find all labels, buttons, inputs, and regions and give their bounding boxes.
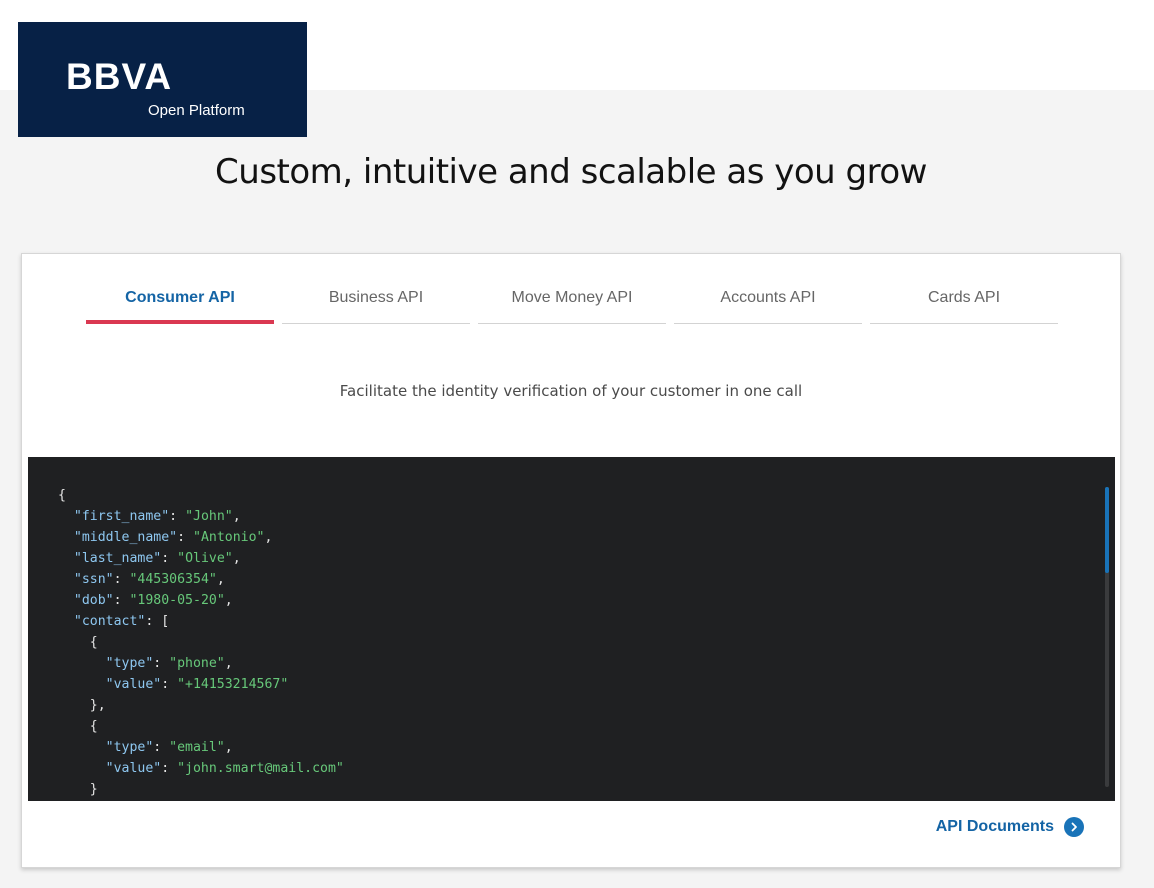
code-line: } [58, 779, 344, 800]
code-punctuation: : [161, 551, 178, 566]
chevron-right-circle-icon[interactable] [1064, 817, 1084, 837]
code-string: "445306354" [129, 572, 217, 587]
code-punctuation: , [232, 509, 241, 524]
code-line: "ssn": "445306354", [58, 569, 344, 590]
code-punctuation: , [224, 740, 233, 755]
code-key: "first_name" [73, 509, 170, 524]
code-punctuation: , [216, 572, 225, 587]
code-punctuation: : [153, 656, 170, 671]
code-string: "phone" [169, 656, 225, 671]
code-string: "john.smart@mail.com" [177, 761, 344, 776]
tab-cards-api[interactable]: Cards API [870, 278, 1058, 324]
code-string: "Antonio" [193, 530, 265, 545]
code-punctuation: : [113, 572, 130, 587]
code-punctuation [58, 509, 74, 524]
tab-consumer-api[interactable]: Consumer API [86, 278, 274, 324]
code-line: "dob": "1980-05-20", [58, 590, 344, 611]
code-punctuation: { [58, 488, 66, 503]
code-key: "middle_name" [73, 530, 178, 545]
bbva-open-platform-logo[interactable]: BBVA Open Platform [18, 22, 307, 137]
code-punctuation: : [ [145, 614, 170, 629]
code-punctuation: { [58, 635, 98, 650]
api-showcase-card: Consumer API Business API Move Money API… [21, 253, 1121, 868]
code-string: "John" [185, 509, 233, 524]
code-line: "first_name": "John", [58, 506, 344, 527]
code-punctuation: }, [58, 698, 106, 713]
code-string: "1980-05-20" [129, 593, 225, 608]
code-key: "last_name" [73, 551, 162, 566]
code-punctuation [58, 656, 106, 671]
code-punctuation [58, 614, 74, 629]
code-punctuation: , [232, 551, 241, 566]
tab-business-api[interactable]: Business API [282, 278, 470, 324]
bbva-logo-text: BBVA [66, 56, 173, 97]
code-line: "middle_name": "Antonio", [58, 527, 344, 548]
code-key: "dob" [73, 593, 114, 608]
code-punctuation [58, 530, 74, 545]
code-line: "type": "phone", [58, 653, 344, 674]
code-key: "value" [105, 677, 162, 692]
code-line: "value": "john.smart@mail.com" [58, 758, 344, 779]
code-punctuation: : [153, 740, 170, 755]
code-punctuation: , [264, 530, 273, 545]
open-platform-label: Open Platform [148, 102, 245, 119]
api-documents-link[interactable]: API Documents [936, 817, 1084, 837]
code-line: }, [58, 695, 344, 716]
code-string: "email" [169, 740, 225, 755]
code-line: { [58, 485, 344, 506]
code-punctuation [58, 677, 106, 692]
code-key: "type" [105, 740, 154, 755]
api-description: Facilitate the identity verification of … [339, 382, 803, 400]
code-punctuation: : [161, 677, 178, 692]
code-punctuation: : [177, 530, 193, 545]
api-tabs: Consumer API Business API Move Money API… [86, 278, 1058, 324]
code-line: "value": "+14153214567" [58, 674, 344, 695]
code-line: { [58, 632, 344, 653]
code-punctuation [58, 551, 74, 566]
json-code-block: { "first_name": "John", "middle_name": "… [58, 485, 344, 800]
code-punctuation: , [224, 593, 233, 608]
code-punctuation: } [58, 782, 98, 797]
code-punctuation: : [169, 509, 186, 524]
code-line: { [58, 716, 344, 737]
tab-move-money-api[interactable]: Move Money API [478, 278, 666, 324]
page-headline: Custom, intuitive and scalable as you gr… [215, 152, 927, 192]
code-key: "contact" [73, 614, 146, 629]
code-punctuation: : [161, 761, 178, 776]
code-key: "ssn" [73, 572, 114, 587]
code-key: "value" [105, 761, 162, 776]
code-punctuation: : [113, 593, 130, 608]
code-line: "last_name": "Olive", [58, 548, 344, 569]
code-line: "contact": [ [58, 611, 344, 632]
code-sample-panel[interactable]: { "first_name": "John", "middle_name": "… [28, 457, 1115, 801]
code-key: "type" [105, 656, 154, 671]
tab-accounts-api[interactable]: Accounts API [674, 278, 862, 324]
code-punctuation: , [224, 656, 233, 671]
code-punctuation [58, 593, 74, 608]
code-punctuation: { [58, 719, 98, 734]
code-line: "type": "email", [58, 737, 344, 758]
api-documents-label: API Documents [935, 818, 1054, 835]
code-punctuation [58, 761, 106, 776]
code-punctuation [58, 740, 106, 755]
code-string: "Olive" [177, 551, 233, 566]
code-punctuation [58, 572, 74, 587]
code-scrollbar-thumb[interactable] [1105, 487, 1109, 573]
code-scrollbar[interactable] [1105, 487, 1109, 787]
code-string: "+14153214567" [177, 677, 289, 692]
